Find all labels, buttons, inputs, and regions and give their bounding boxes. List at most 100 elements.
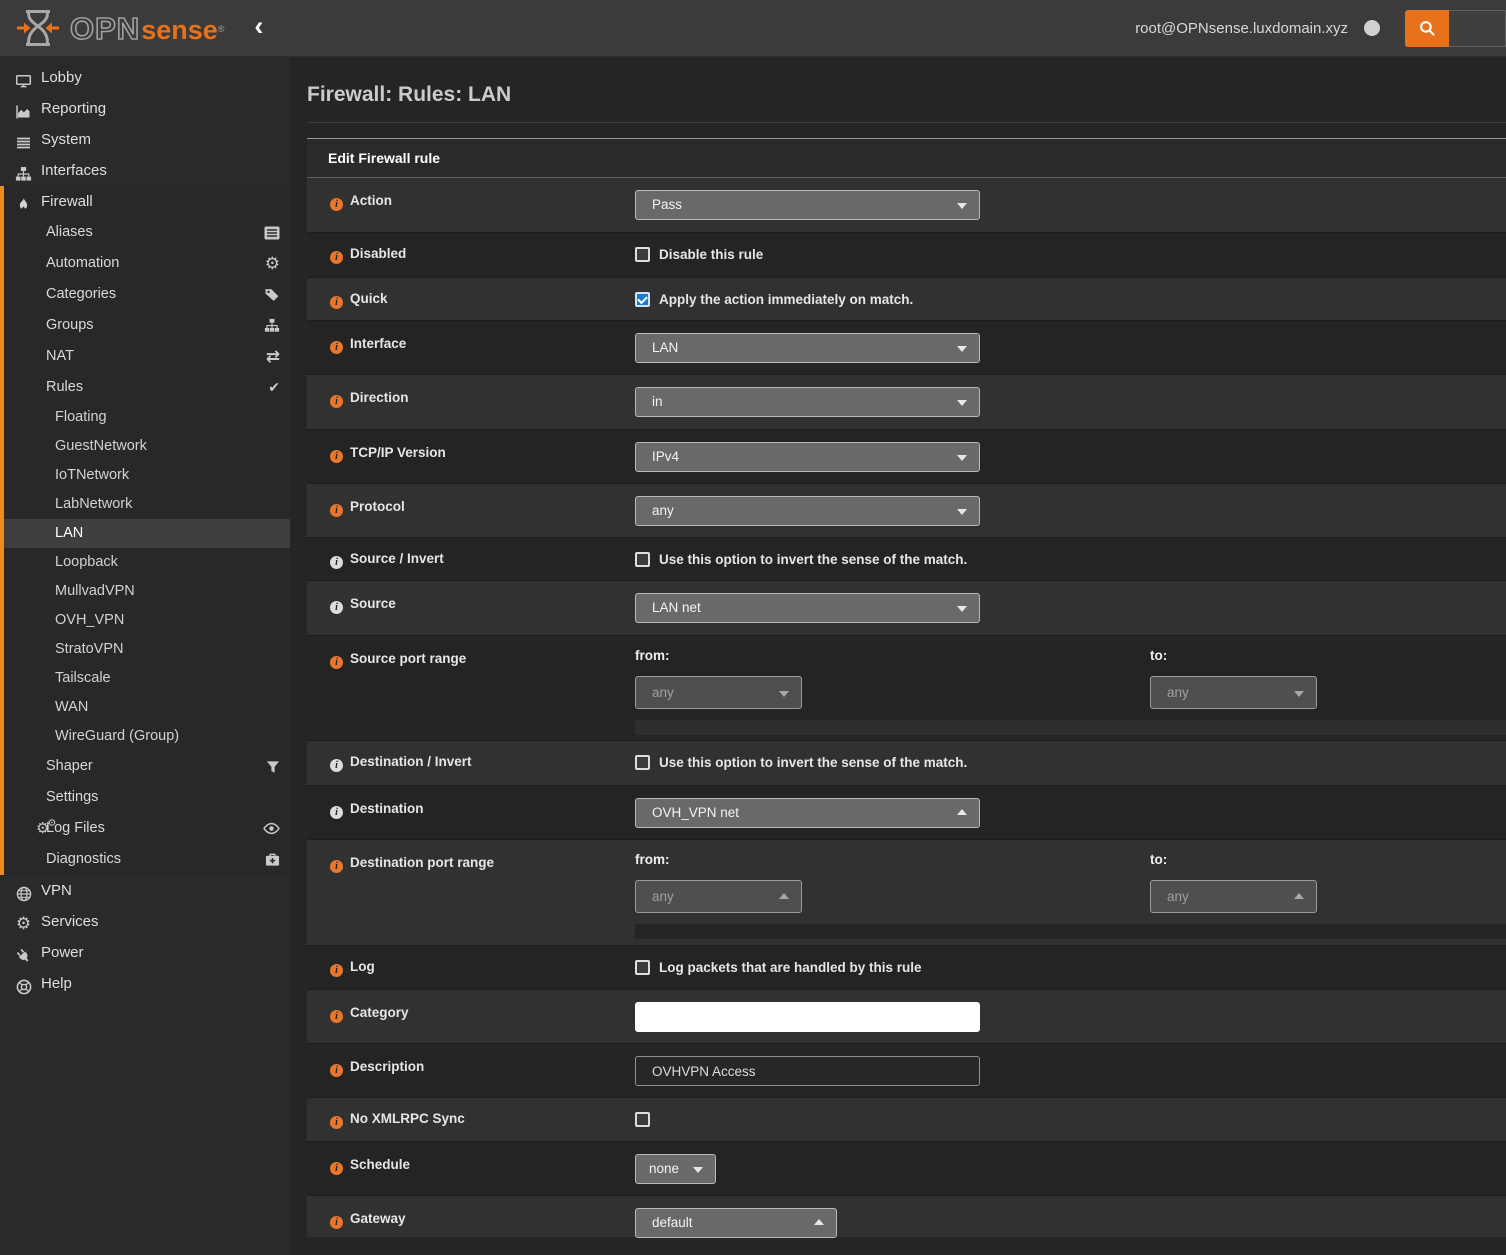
protocol-select[interactable]: any: [635, 496, 980, 526]
info-icon[interactable]: [330, 1010, 343, 1023]
info-icon[interactable]: [330, 341, 343, 354]
sidebar-item-aliases[interactable]: Aliases: [4, 217, 290, 248]
sidebar-item-groups[interactable]: Groups: [4, 310, 290, 341]
log-checkbox[interactable]: [635, 960, 650, 975]
sidebar-item-stratovpn[interactable]: StratoVPN: [4, 635, 290, 664]
destination-port-to-select[interactable]: any: [1150, 880, 1317, 913]
sidebar-item-reporting[interactable]: Reporting: [0, 93, 290, 124]
chevron-up-icon: [957, 809, 967, 815]
chevron-down-icon: [957, 203, 967, 209]
form-row-action: Action Pass: [307, 178, 1506, 233]
info-icon[interactable]: [330, 1116, 343, 1129]
info-icon[interactable]: [330, 504, 343, 517]
sidebar-item-nat[interactable]: NAT ⇄: [4, 341, 290, 372]
sidebar-item-mullvadvpn[interactable]: MullvadVPN: [4, 577, 290, 606]
search-input[interactable]: [1449, 10, 1506, 47]
sidebar-item-lobby[interactable]: Lobby: [0, 62, 290, 93]
no-xmlrpc-sync-checkbox[interactable]: [635, 1112, 650, 1127]
schedule-select[interactable]: none: [635, 1154, 716, 1184]
checkmark-icon: [637, 293, 648, 304]
sidebar-item-services[interactable]: ⚙Services: [0, 906, 290, 937]
info-icon[interactable]: [330, 1216, 343, 1229]
tcpip-version-select[interactable]: IPv4: [635, 442, 980, 472]
sidebar-item-tailscale[interactable]: Tailscale: [4, 664, 290, 693]
info-icon[interactable]: [330, 806, 343, 819]
info-icon[interactable]: [330, 251, 343, 264]
form-row-destination-invert: Destination / Invert Use this option to …: [307, 741, 1506, 786]
to-label: to:: [1150, 852, 1317, 867]
to-label: to:: [1150, 648, 1317, 663]
sidebar-item-ovh-vpn[interactable]: OVH_VPN: [4, 606, 290, 635]
sidebar-item-loopback[interactable]: Loopback: [4, 548, 290, 577]
sidebar-item-iotnetwork[interactable]: IoTNetwork: [4, 461, 290, 490]
chevron-down-icon: [957, 606, 967, 612]
source-port-to-select[interactable]: any: [1150, 676, 1317, 709]
disabled-checkbox[interactable]: [635, 247, 650, 262]
info-icon[interactable]: [330, 1162, 343, 1175]
brand-opn: OPN: [70, 13, 140, 44]
info-icon[interactable]: [330, 860, 343, 873]
sidebar-item-help[interactable]: Help: [0, 968, 290, 999]
sidebar-item-automation[interactable]: Automation ⚙: [4, 248, 290, 279]
source-invert-checkbox[interactable]: [635, 552, 650, 567]
search-button[interactable]: [1405, 10, 1449, 47]
sidebar-item-wan[interactable]: WAN: [4, 693, 290, 722]
sidebar-item-system[interactable]: System: [0, 124, 290, 155]
destination-invert-checkbox[interactable]: [635, 755, 650, 770]
info-icon[interactable]: [330, 296, 343, 309]
description-input[interactable]: [635, 1056, 980, 1086]
direction-select[interactable]: in: [635, 387, 980, 417]
sitemap-icon: [13, 158, 34, 189]
list-lines-icon: [13, 127, 34, 158]
opnsense-logo[interactable]: OPNsense®: [16, 8, 224, 48]
source-port-from-select[interactable]: any: [635, 676, 802, 709]
source-select[interactable]: LAN net: [635, 593, 980, 623]
info-icon[interactable]: [330, 556, 343, 569]
info-icon[interactable]: [330, 759, 343, 772]
sidebar-item-interfaces[interactable]: Interfaces: [0, 155, 290, 186]
category-input[interactable]: [635, 1002, 980, 1032]
chevron-up-icon: [1294, 893, 1304, 899]
sidebar-item-firewall[interactable]: Firewall: [4, 186, 290, 217]
panel-title: Edit Firewall rule: [307, 139, 1506, 178]
destination-select[interactable]: OVH_VPN net: [635, 798, 980, 828]
sidebar-item-diagnostics[interactable]: Diagnostics: [4, 844, 290, 875]
sidebar-item-guestnetwork[interactable]: GuestNetwork: [4, 432, 290, 461]
sidebar-item-log-files[interactable]: Log Files: [4, 813, 290, 844]
chevron-down-icon: [779, 691, 789, 697]
gateway-select[interactable]: default: [635, 1208, 837, 1238]
quick-checkbox[interactable]: [635, 292, 650, 307]
interface-select[interactable]: LAN: [635, 333, 980, 363]
destination-port-from-select[interactable]: any: [635, 880, 802, 913]
fire-icon: [13, 189, 34, 220]
chevron-down-icon: [957, 346, 967, 352]
sidebar-item-power[interactable]: Power: [0, 937, 290, 968]
form-row-gateway: Gateway default: [307, 1196, 1506, 1237]
sidebar-item-vpn[interactable]: VPN: [0, 875, 290, 906]
sidebar-collapse-icon[interactable]: ‹: [254, 13, 263, 40]
action-select[interactable]: Pass: [635, 190, 980, 220]
sidebar-item-labnetwork[interactable]: LabNetwork: [4, 490, 290, 519]
sidebar-item-shaper[interactable]: Shaper: [4, 751, 290, 782]
info-icon[interactable]: [330, 656, 343, 669]
sidebar-item-rules[interactable]: Rules ✔: [4, 372, 290, 403]
edit-firewall-rule-panel: Edit Firewall rule Action Pass Disabled …: [307, 138, 1506, 1237]
tag-icon: [264, 279, 280, 310]
info-icon[interactable]: [330, 198, 343, 211]
table-stripe: [635, 720, 1506, 735]
sidebar-item-wireguard-group[interactable]: WireGuard (Group): [4, 722, 290, 751]
info-icon[interactable]: [330, 1064, 343, 1077]
form-row-source-invert: Source / Invert Use this option to inver…: [307, 538, 1506, 581]
info-icon[interactable]: [330, 964, 343, 977]
sidebar-item-settings[interactable]: Settings ⚙⚙: [4, 782, 290, 813]
sidebar-item-floating[interactable]: Floating: [4, 403, 290, 432]
info-icon[interactable]: [330, 395, 343, 408]
sidebar-item-lan-active[interactable]: LAN: [4, 519, 290, 548]
sidebar-item-categories[interactable]: Categories: [4, 279, 290, 310]
info-icon[interactable]: [330, 601, 343, 614]
form-row-tcpip-version: TCP/IP Version IPv4: [307, 430, 1506, 484]
info-icon[interactable]: [330, 450, 343, 463]
life-ring-icon: [13, 971, 34, 1002]
form-row-log: Log Log packets that are handled by this…: [307, 946, 1506, 990]
chevron-down-icon: [957, 455, 967, 461]
